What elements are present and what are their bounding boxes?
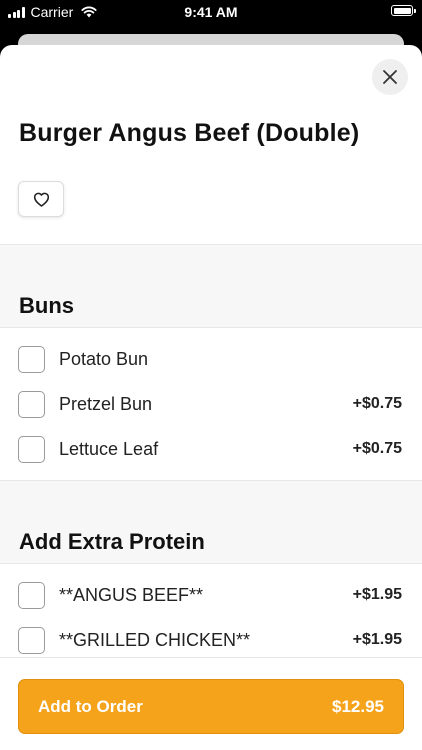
option-label: Potato Bun (59, 348, 149, 369)
option-potato-bun[interactable]: Potato Bun (0, 337, 422, 381)
option-price: +$0.75 (352, 395, 402, 412)
section-header-buns: Buns (0, 245, 422, 327)
battery-icon (391, 5, 416, 16)
option-label: Lettuce Leaf (59, 438, 159, 459)
divider (0, 327, 422, 328)
option-angus-beef[interactable]: **ANGUS BEEF** +$1.95 (0, 573, 422, 617)
divider (0, 563, 422, 564)
option-price: +$0.75 (352, 440, 402, 457)
order-footer: Add to Order $12.95 (0, 657, 422, 750)
checkbox[interactable] (18, 345, 45, 373)
option-lettuce-leaf[interactable]: Lettuce Leaf +$0.75 (0, 427, 422, 471)
checkbox[interactable] (18, 435, 45, 463)
section-header-extra-protein: Add Extra Protein (0, 481, 422, 563)
option-pretzel-bun[interactable]: Pretzel Bun +$0.75 (0, 382, 422, 426)
section-title: Add Extra Protein (19, 529, 205, 554)
option-label: **ANGUS BEEF** (59, 584, 204, 605)
favorite-button[interactable] (18, 181, 64, 217)
option-label: **GRILLED CHICKEN** (59, 629, 251, 650)
add-to-order-label: Add to Order (38, 696, 143, 716)
section-title: Buns (19, 293, 74, 318)
option-price: +$1.95 (352, 631, 402, 648)
option-price: +$1.95 (352, 586, 402, 603)
heart-icon (33, 192, 49, 207)
order-total: $12.95 (332, 696, 384, 716)
close-button[interactable] (372, 59, 408, 95)
add-to-order-button[interactable]: Add to Order $12.95 (18, 679, 404, 734)
checkbox[interactable] (18, 626, 45, 654)
checkbox[interactable] (18, 581, 45, 609)
option-grilled-chicken[interactable]: **GRILLED CHICKEN** +$1.95 (0, 618, 422, 662)
status-time: 9:41 AM (184, 4, 238, 20)
option-label: Pretzel Bun (59, 393, 153, 414)
status-bar: Carrier 9:41 AM (0, 0, 422, 26)
item-title: Burger Angus Beef (Double) (19, 119, 360, 147)
checkbox[interactable] (18, 390, 45, 418)
close-icon (383, 70, 397, 84)
item-sheet: Burger Angus Beef (Double) Buns Potato B… (0, 45, 422, 750)
